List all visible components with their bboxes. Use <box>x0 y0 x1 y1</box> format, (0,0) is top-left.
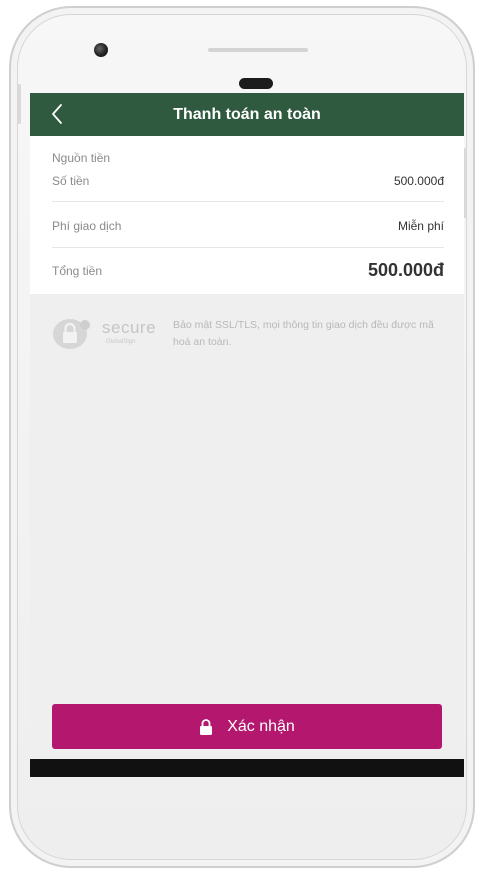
source-label: Nguồn tiền <box>52 151 111 165</box>
secure-badge-word: secure <box>102 318 157 337</box>
amount-row: Số tiền 500.000đ <box>52 174 444 190</box>
front-camera <box>94 43 108 57</box>
confirm-button-label: Xác nhận <box>227 717 295 735</box>
padlock-badge-icon <box>53 319 90 349</box>
confirm-button[interactable]: Xác nhận <box>52 704 442 749</box>
security-message: Bảo mật SSL/TLS, mọi thông tin giao dịch… <box>173 319 434 348</box>
secure-badge: secure GlobalSign <box>52 316 162 356</box>
confirm-button-content: Xác nhận <box>52 704 442 749</box>
side-button <box>17 84 21 124</box>
total-value: 500.000đ <box>367 260 444 280</box>
earpiece-speaker <box>208 48 308 52</box>
payment-summary-card: Nguồn tiền Số tiền 500.000đ Phí giao dịc… <box>30 136 464 294</box>
source-row: Nguồn tiền <box>52 151 444 167</box>
divider <box>52 247 444 248</box>
proximity-sensor <box>239 78 273 89</box>
app-screen: Thanh toán an toàn Nguồn tiền Số tiền 50… <box>30 93 464 777</box>
divider <box>52 201 444 202</box>
fee-value: Miễn phí <box>397 219 444 233</box>
page-title: Thanh toán an toàn <box>173 106 321 123</box>
amount-value: 500.000đ <box>393 174 444 188</box>
total-label: Tổng tiền <box>52 264 103 278</box>
fee-row: Phí giao dịch Miễn phí <box>52 219 444 235</box>
bottom-system-bar <box>30 759 464 777</box>
fee-label: Phí giao dịch <box>52 219 122 233</box>
total-row: Tổng tiền 500.000đ <box>52 260 444 284</box>
secure-badge-sub: GlobalSign <box>106 339 136 345</box>
amount-label: Số tiền <box>52 174 90 188</box>
top-app-bar: Thanh toán an toàn <box>30 93 464 136</box>
lock-icon <box>200 718 213 735</box>
